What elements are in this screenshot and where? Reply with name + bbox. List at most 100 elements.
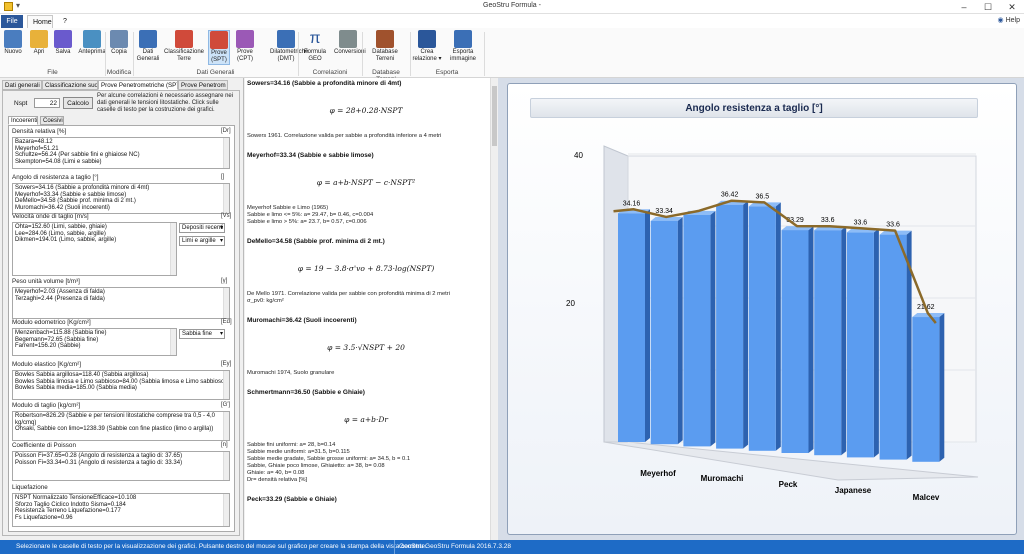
correlation-list[interactable]: Robertson=826.29 (Sabbie e per tensioni … — [12, 411, 230, 441]
correlation-item[interactable]: Bowles Sabbia media=185.00 (Sabbia media… — [15, 385, 227, 392]
subtab-coesivi[interactable]: Coesivi — [40, 116, 64, 125]
tab-file[interactable]: File — [1, 15, 23, 28]
scroll-thumb[interactable] — [492, 86, 497, 146]
correlation-item[interactable]: Meyerhof=33.34 (Sabbie e sabbie limose) — [15, 192, 227, 199]
ribbon-group-separator — [484, 32, 485, 76]
bar[interactable] — [716, 204, 744, 449]
correlation-item[interactable]: Resistenza Terreno Liquefazione=0.177 — [15, 508, 227, 515]
correlation-item[interactable]: DeMello=34.58 (Sabbie prof. minima di 2 … — [15, 198, 227, 205]
correlation-item[interactable]: Sforzo Taglio Ciclico Indotto Sisma=0.18… — [15, 502, 227, 509]
chart-frame[interactable]: Angolo resistenza a taglio [°] 40 20 34.16… — [507, 83, 1017, 535]
list-scrollbar[interactable] — [170, 329, 176, 355]
bar[interactable] — [781, 230, 809, 453]
correlation-list[interactable]: Ohta=152.60 (Limi, sabbie, ghiaie) Lee=28… — [12, 222, 177, 276]
formula[interactable]: φ = 3.5·√NSPT + 20 — [245, 343, 487, 352]
calcolo-button[interactable]: Calcolo — [63, 97, 93, 109]
list-scrollbar[interactable] — [223, 288, 229, 318]
salva-button[interactable]: Salva — [52, 30, 74, 56]
correlation-list[interactable]: Menzenbach=115.88 (Sabbia fine) Begemann=… — [12, 328, 177, 356]
formula-geo-button[interactable]: π Formula GEO — [303, 30, 327, 63]
help-button[interactable]: ◉ Help — [998, 16, 1020, 24]
maximize-icon[interactable]: ☐ — [976, 0, 1000, 14]
bar[interactable] — [650, 220, 678, 445]
formula-scrollbar[interactable] — [490, 78, 497, 540]
correlation-item[interactable]: Meyerhof=2.03 (Assenza di falda) — [15, 289, 227, 296]
correlation-item[interactable]: Farrent=156.20 (Sabbie) — [15, 343, 174, 350]
correlation-item[interactable]: Bowles Sabbia limosa e Limo sabbioso=84.… — [15, 379, 227, 386]
formula[interactable]: φ = 19 − 3.8·σ'vo + 8.73·log(NSPT) — [245, 264, 487, 273]
correlation-item[interactable]: Meyerhof=51.21 — [15, 146, 227, 153]
list-scrollbar[interactable] — [223, 452, 229, 480]
correlation-item[interactable]: Begemann=72.65 (Sabbia fine) — [15, 337, 174, 344]
conversioni-button[interactable]: Conversioni — [334, 30, 366, 56]
database-terreni-button[interactable]: Database Terreni — [365, 30, 405, 63]
copia-button[interactable]: Copia — [108, 30, 130, 56]
list-scrollbar[interactable] — [223, 138, 229, 168]
formula[interactable]: φ = a+b·Dr — [245, 415, 487, 424]
crea-relazione-button[interactable]: Crea relazione ▾ — [412, 30, 442, 63]
list-scrollbar[interactable] — [223, 184, 229, 213]
correlation-item[interactable]: NSPT Normalizzato TensioneEfficace=10.10… — [15, 495, 227, 502]
correlation-item[interactable]: Bazara=48.12 — [15, 139, 227, 146]
correlation-dropdown[interactable]: Sabbia fine — [179, 329, 225, 339]
list-scrollbar[interactable] — [170, 223, 176, 275]
prove-cpt-button[interactable]: Prove (CPT) — [234, 30, 256, 63]
correlation-item[interactable]: Bowles Sabbia argillosa=118.40 (Sabbia a… — [15, 372, 227, 379]
correlation-item[interactable]: Poisson Fi=33.34=0.31 (Angolo di resiste… — [15, 460, 227, 467]
close-icon[interactable]: ✕ — [1000, 0, 1024, 14]
correlation-dropdown[interactable]: Limi e argille — [179, 236, 225, 246]
correlation-item[interactable]: Schultze=56.24 (Per sabbie fini e ghiaio… — [15, 152, 227, 159]
correlation-list[interactable]: Poisson Fi=37.65=0.28 (Angolo di resiste… — [12, 451, 230, 481]
correlation-item[interactable]: Fs Liquefazione=0.96 — [15, 515, 227, 522]
correlation-list[interactable]: Sowers=34.16 (Sabbie a profondità minore… — [12, 183, 230, 214]
correlation-dropdown[interactable]: Depositi recenti — [179, 223, 225, 233]
correlation-list[interactable]: NSPT Normalizzato TensioneEfficace=10.10… — [12, 493, 230, 527]
correlation-item[interactable]: Terzaghi=2.44 (Presenza di falda) — [15, 296, 227, 303]
nspt-input[interactable]: 22 — [34, 98, 60, 108]
panel-tab[interactable]: Prove Penetrometriche (SPT) — [98, 80, 178, 90]
list-scrollbar[interactable] — [223, 494, 229, 526]
bar[interactable] — [879, 234, 907, 460]
nuovo-button[interactable]: Nuovo — [2, 30, 24, 56]
tab-home[interactable]: Home — [27, 15, 53, 28]
esporta-immagine-button[interactable]: Esporta immagine — [446, 30, 480, 63]
panel-tab[interactable]: Dati generali — [2, 80, 42, 90]
correlation-item[interactable]: Ohsaki, Sabbie con limo=1238.39 (Sabbie … — [15, 426, 227, 433]
dati-generali-button[interactable]: Dati Generali — [136, 30, 160, 63]
panel-tab[interactable]: Prove Penetrom — [178, 80, 228, 90]
bar[interactable] — [618, 213, 645, 442]
apri-button[interactable]: Apri — [28, 30, 50, 56]
bar[interactable] — [814, 230, 842, 456]
bar[interactable] — [683, 214, 711, 447]
correlation-item[interactable]: Poisson Fi=37.65=0.28 (Angolo di resiste… — [15, 453, 227, 460]
bar[interactable] — [912, 317, 940, 462]
tab-question[interactable]: ? — [58, 15, 70, 28]
formula[interactable]: φ = 28+0.28·NSPT — [245, 106, 487, 115]
list-scrollbar[interactable] — [223, 412, 229, 440]
correlation-list[interactable]: Bowles Sabbia argillosa=118.40 (Sabbia a… — [12, 370, 230, 400]
correlation-item[interactable]: Menzenbach=115.88 (Sabbia fine) — [15, 330, 174, 337]
correlation-item[interactable]: Lee=284.06 (Limo, sabbie, argille) — [15, 231, 174, 238]
correlation-list[interactable]: Bazara=48.12 Meyerhof=51.21 Schultze=56.24… — [12, 137, 230, 169]
classificazione-terre-button[interactable]: Classificazione Terre — [164, 30, 204, 63]
subtab-incoerenti[interactable]: Incoerenti — [8, 116, 38, 125]
prove-spt-button[interactable]: Prove (SPT) — [208, 30, 230, 65]
correlation-item[interactable]: Skempton=54.08 (Limi e sabbie) — [15, 159, 227, 166]
correlation-list[interactable]: Meyerhof=2.03 (Assenza di falda) Terzaghi… — [12, 287, 230, 319]
bar-chart[interactable]: 402034.1633.3436.42 36.533.29 33.6 33.6 33.6… — [508, 84, 1016, 534]
correlation-item[interactable]: Ohta=152.60 (Limi, sabbie, ghiaie) — [15, 224, 174, 231]
bar[interactable] — [846, 232, 874, 458]
formula[interactable]: φ = a+b·NSPT − c·NSPT² — [245, 178, 487, 187]
correlation-item[interactable]: kg/cmq) — [15, 420, 227, 427]
ribbon-button-label: Prove — [211, 50, 227, 56]
correlation-item[interactable]: Dikmen=194.01 (Limo, sabbie, argille) — [15, 237, 174, 244]
correlation-item[interactable]: Muromachi=36.42 (Suoli incoerenti) — [15, 205, 227, 212]
correlation-heading: Muromachi=36.42 (Suoli incoerenti) — [247, 317, 357, 324]
bar[interactable] — [748, 206, 776, 451]
correlation-item[interactable]: Robertson=826.29 (Sabbie e per tensioni … — [15, 413, 227, 420]
panel-tab[interactable]: Classificazione suoli — [42, 80, 98, 90]
list-scrollbar[interactable] — [223, 371, 229, 399]
anteprima-button[interactable]: Anteprima — [78, 30, 106, 56]
minimize-icon[interactable]: – — [952, 0, 976, 14]
correlation-item[interactable]: Sowers=34.16 (Sabbie a profondità minore… — [15, 185, 227, 192]
